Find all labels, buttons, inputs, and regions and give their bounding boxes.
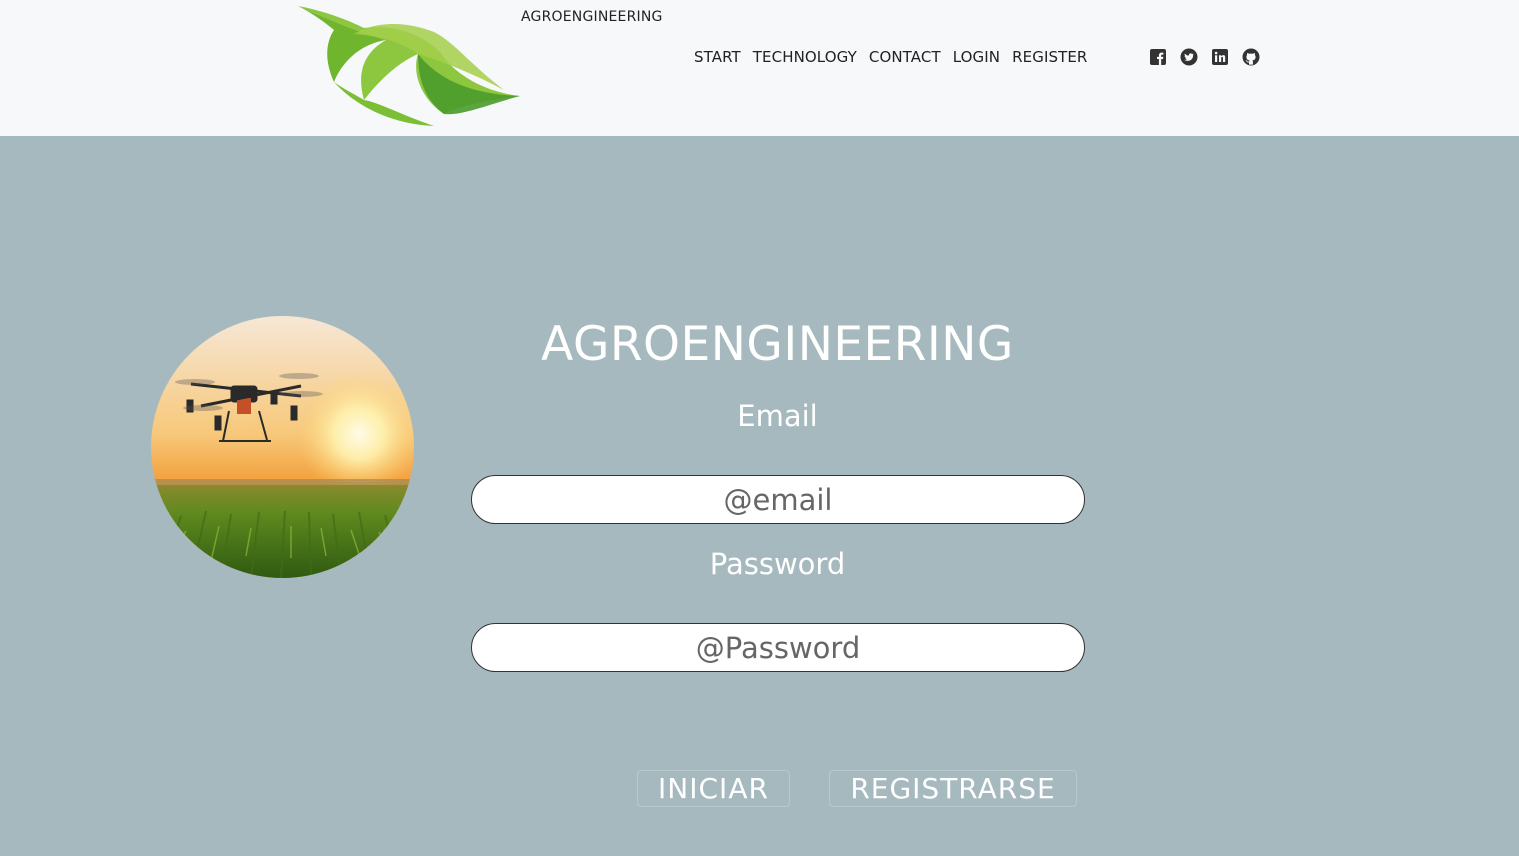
social-links <box>1149 48 1260 66</box>
linkedin-icon[interactable] <box>1211 48 1229 66</box>
password-label: Password <box>709 547 846 581</box>
register-button[interactable]: REGISTRARSE <box>829 770 1077 807</box>
login-section: AGROENGINEERING Email Password INICIAR R… <box>0 136 1519 856</box>
facebook-icon[interactable] <box>1149 48 1167 66</box>
password-field[interactable] <box>471 623 1085 672</box>
nav-start[interactable]: START <box>694 48 741 66</box>
nav-contact[interactable]: CONTACT <box>869 48 941 66</box>
nav-register[interactable]: REGISTER <box>1012 48 1087 66</box>
main-nav: START TECHNOLOGY CONTACT LOGIN REGISTER <box>694 48 1099 66</box>
twitter-icon[interactable] <box>1180 48 1198 66</box>
drone-field-image <box>151 316 414 578</box>
site-header: AGROENGINEERING START TECHNOLOGY CONTACT… <box>0 0 1519 136</box>
email-field[interactable] <box>471 475 1085 524</box>
github-icon[interactable] <box>1242 48 1260 66</box>
brand-name[interactable]: AGROENGINEERING <box>521 9 663 25</box>
nav-technology[interactable]: TECHNOLOGY <box>753 48 857 66</box>
nav-login[interactable]: LOGIN <box>953 48 1000 66</box>
login-button[interactable]: INICIAR <box>637 770 790 807</box>
email-label: Email <box>737 399 818 433</box>
page-title: AGROENGINEERING <box>541 317 1014 372</box>
leaf-logo[interactable] <box>294 4 526 128</box>
